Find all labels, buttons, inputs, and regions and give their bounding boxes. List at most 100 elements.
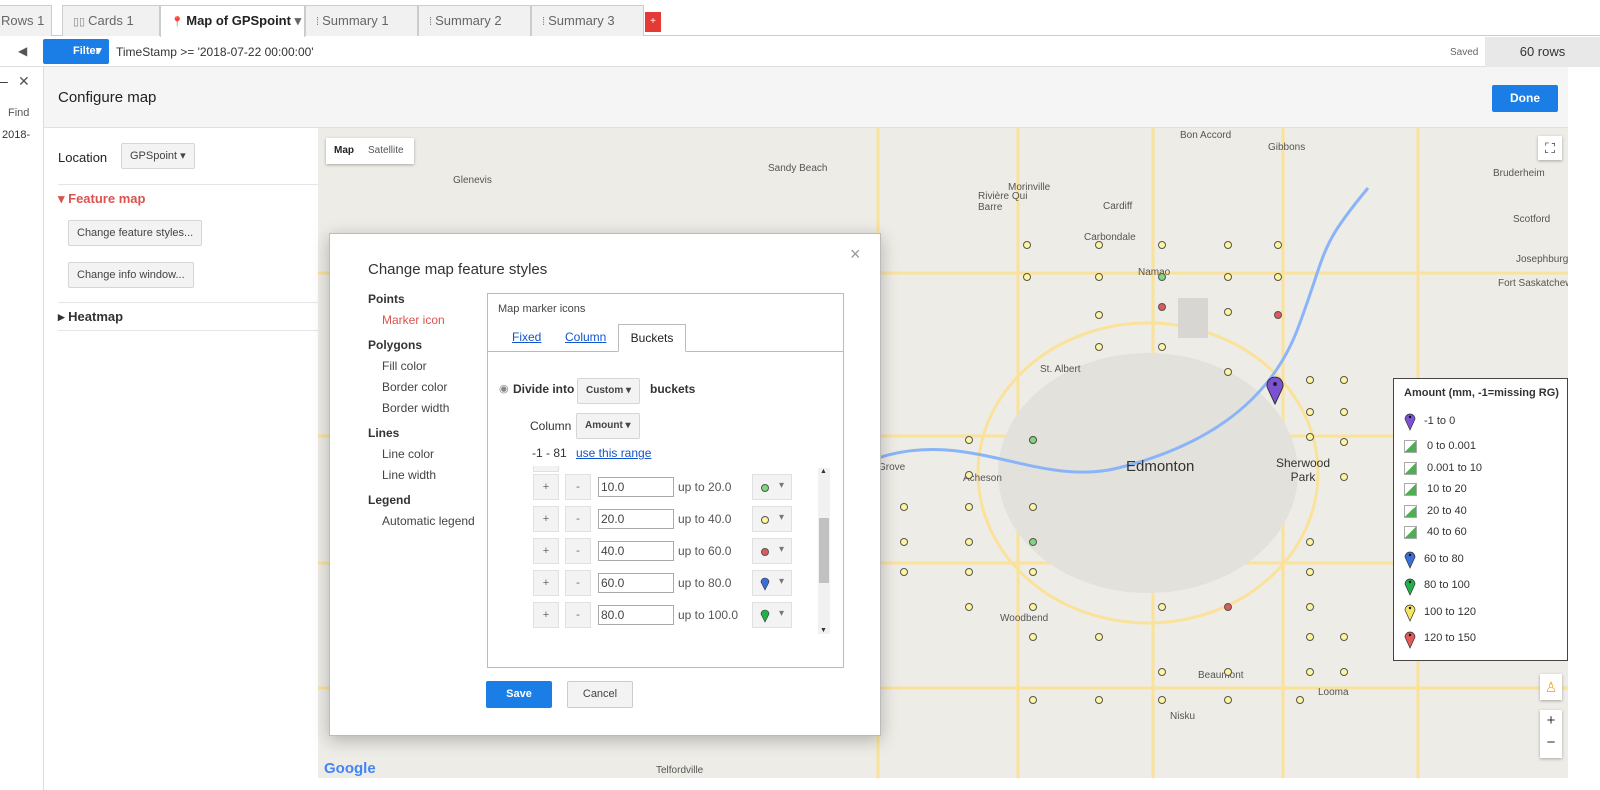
style-nav-item[interactable]: Line width <box>382 468 436 482</box>
bucket-icon-select[interactable]: ▾ <box>752 570 792 596</box>
column-select[interactable]: Amount ▾ <box>576 413 640 439</box>
map-marker[interactable] <box>900 568 908 576</box>
purple-marker-icon[interactable] <box>1265 375 1285 405</box>
collapse-left-icon[interactable]: ◀ <box>18 44 27 58</box>
cancel-button[interactable]: Cancel <box>567 681 633 708</box>
map-marker[interactable] <box>1340 438 1348 446</box>
remove-bucket-button[interactable]: - <box>565 570 591 596</box>
map-marker[interactable] <box>1224 603 1232 611</box>
map-marker[interactable] <box>1306 633 1314 641</box>
heatmap-toggle[interactable]: ▸ Heatmap <box>58 309 123 325</box>
change-info-window-button[interactable]: Change info window... <box>68 262 194 288</box>
map-marker[interactable] <box>1274 311 1282 319</box>
map-marker[interactable] <box>1095 311 1103 319</box>
map-marker[interactable] <box>1296 696 1304 704</box>
map-marker[interactable] <box>1340 408 1348 416</box>
map-marker[interactable] <box>1340 633 1348 641</box>
filter-button[interactable]: Filter ▾ <box>43 39 109 64</box>
map-marker[interactable] <box>1306 568 1314 576</box>
divide-radio[interactable]: ◉ <box>499 382 509 395</box>
bucket-icon-select[interactable]: ▾ <box>752 474 792 500</box>
style-nav-item[interactable]: Automatic legend <box>382 514 475 528</box>
bucket-icon-select[interactable]: ▾ <box>752 602 792 628</box>
map-marker[interactable] <box>1029 568 1037 576</box>
map-marker[interactable] <box>1224 273 1232 281</box>
add-bucket-button[interactable]: + <box>533 602 559 628</box>
map-marker[interactable] <box>1340 473 1348 481</box>
tab-summary-1[interactable]: ⁞ Summary 1 <box>305 5 418 36</box>
map-marker[interactable] <box>1095 273 1103 281</box>
style-nav-item[interactable]: Line color <box>382 447 434 461</box>
style-nav-item[interactable]: Marker icon <box>382 313 445 327</box>
map-type-map[interactable]: Map <box>334 138 354 164</box>
map-marker[interactable] <box>1023 273 1031 281</box>
map-marker[interactable] <box>1224 241 1232 249</box>
map-marker[interactable] <box>1306 603 1314 611</box>
style-nav-item[interactable]: Border color <box>382 380 447 394</box>
remove-bucket-button[interactable]: - <box>565 602 591 628</box>
map-marker[interactable] <box>1029 696 1037 704</box>
bucket-icon-select[interactable]: ▾ <box>752 506 792 532</box>
map-marker[interactable] <box>1158 696 1166 704</box>
add-bucket-button[interactable] <box>533 466 559 472</box>
map-marker[interactable] <box>1029 436 1037 444</box>
map-marker[interactable] <box>965 538 973 546</box>
add-bucket-button[interactable]: + <box>533 506 559 532</box>
feature-map-toggle[interactable]: ▾ Feature map <box>58 191 145 207</box>
map-marker[interactable] <box>1029 633 1037 641</box>
map-marker[interactable] <box>1340 376 1348 384</box>
map-type-satellite[interactable]: Satellite <box>368 138 404 164</box>
remove-bucket-button[interactable]: - <box>565 506 591 532</box>
bucket-count-select[interactable]: Custom ▾ <box>577 378 641 404</box>
find-button[interactable]: Find <box>8 107 29 119</box>
map-marker[interactable] <box>1158 241 1166 249</box>
tab-cards-1[interactable]: ▯▯ Cards 1 <box>62 5 160 36</box>
map-marker[interactable] <box>1158 668 1166 676</box>
add-bucket-button[interactable]: + <box>533 474 559 500</box>
tab-summary-3[interactable]: ⁞ Summary 3 <box>531 5 644 36</box>
scrollbar[interactable]: ▲ ▼ <box>818 468 830 634</box>
tab-summary-2[interactable]: ⁞ Summary 2 <box>418 5 531 36</box>
tab-column[interactable]: Column <box>565 324 606 351</box>
bucket-min-input[interactable]: 20.0 <box>598 509 674 529</box>
bucket-min-input[interactable]: 80.0 <box>598 605 674 625</box>
map-marker[interactable] <box>1158 603 1166 611</box>
use-range-link[interactable]: use this range <box>576 446 651 460</box>
map-marker[interactable] <box>1158 343 1166 351</box>
style-nav-item[interactable]: Fill color <box>382 359 427 373</box>
map-marker[interactable] <box>1029 503 1037 511</box>
bucket-min-input[interactable]: 60.0 <box>598 573 674 593</box>
map-marker[interactable] <box>965 603 973 611</box>
tab-rows-1[interactable]: Rows 1 <box>0 5 52 36</box>
add-bucket-button[interactable]: + <box>533 570 559 596</box>
remove-bucket-button[interactable]: - <box>565 538 591 564</box>
map-marker[interactable] <box>965 503 973 511</box>
map-marker[interactable] <box>1224 668 1232 676</box>
style-nav-item[interactable]: Border width <box>382 401 449 415</box>
map-marker[interactable] <box>965 568 973 576</box>
map-marker[interactable] <box>1224 696 1232 704</box>
done-button[interactable]: Done <box>1492 85 1558 112</box>
map-marker[interactable] <box>1224 308 1232 316</box>
map-marker[interactable] <box>1224 368 1232 376</box>
map-marker[interactable] <box>965 436 973 444</box>
map-marker[interactable] <box>1274 241 1282 249</box>
map-marker[interactable] <box>1306 433 1314 441</box>
bucket-min-input[interactable]: 10.0 <box>598 477 674 497</box>
map-marker[interactable] <box>1029 538 1037 546</box>
tab-map-of-gpspoint[interactable]: 📍 Map of GPSpoint ▾ <box>160 5 305 37</box>
bucket-icon-select[interactable]: ▾ <box>752 538 792 564</box>
map-marker[interactable] <box>1095 241 1103 249</box>
add-bucket-button[interactable]: + <box>533 538 559 564</box>
location-select[interactable]: GPSpoint ▾ <box>121 143 195 169</box>
save-button[interactable]: Save <box>486 681 552 708</box>
add-tab-button[interactable]: + <box>645 12 661 32</box>
map-marker[interactable] <box>1340 668 1348 676</box>
map-marker[interactable] <box>1306 538 1314 546</box>
filter-expression[interactable]: TimeStamp >= '2018-07-22 00:00:00' <box>116 45 314 59</box>
map-marker[interactable] <box>1029 603 1037 611</box>
map-marker[interactable] <box>1095 343 1103 351</box>
bucket-min-input[interactable]: 40.0 <box>598 541 674 561</box>
change-feature-styles-button[interactable]: Change feature styles... <box>68 220 203 246</box>
fullscreen-icon[interactable]: ⛶ <box>1538 136 1562 160</box>
